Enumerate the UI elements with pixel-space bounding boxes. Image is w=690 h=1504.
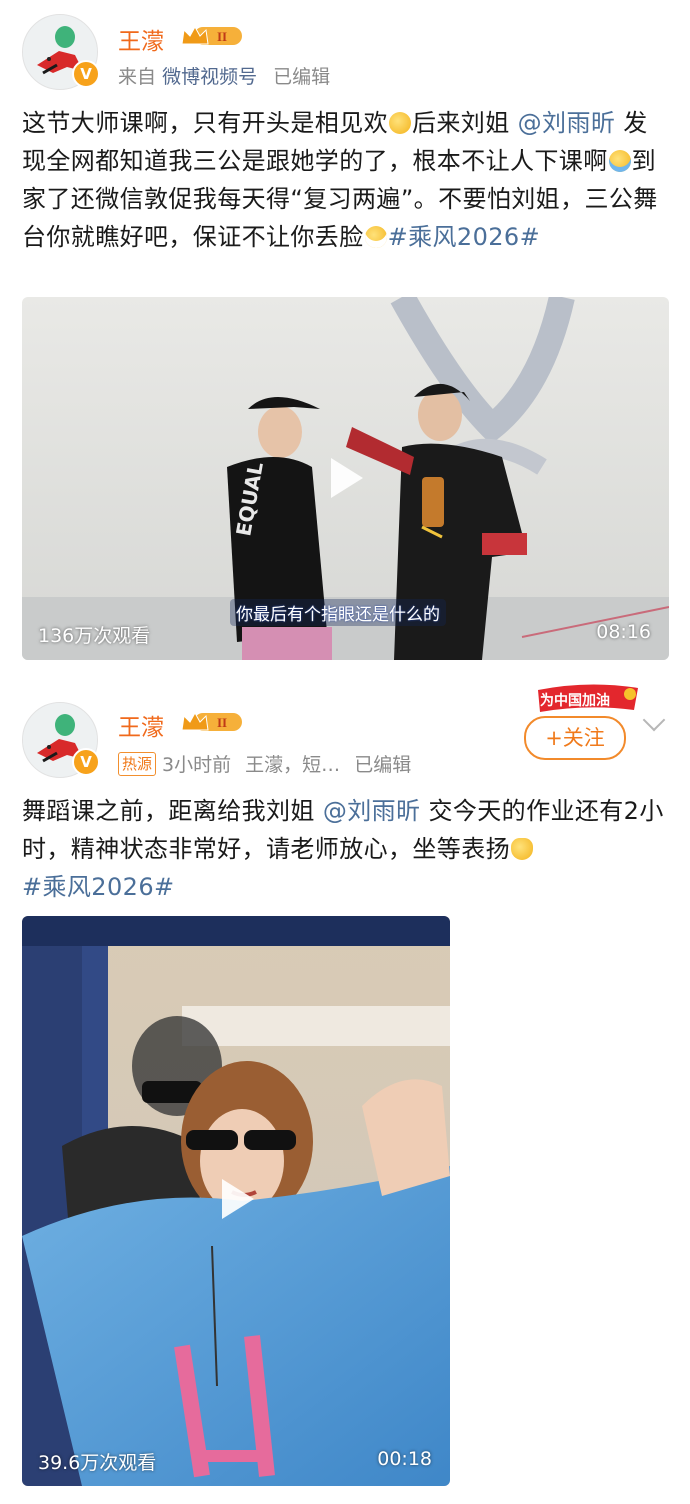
follow-button[interactable]: +关注 <box>524 716 626 760</box>
emoji-shy-icon <box>389 112 411 134</box>
post-text: 舞蹈课之前，距离给我刘姐 @刘雨昕 交今天的作业还有2小时，精神状态非常好，请老… <box>22 792 672 906</box>
mention-link[interactable]: @刘雨昕 <box>518 109 616 137</box>
play-icon[interactable] <box>222 1179 254 1219</box>
svg-text:II: II <box>217 715 227 730</box>
vip-crown-icon: II <box>181 25 242 45</box>
meta-source[interactable]: 王濛，短… <box>245 754 340 776</box>
hot-source-badge: 热源 <box>118 752 157 776</box>
vip-crown-icon: II <box>181 711 242 731</box>
meta-source-link[interactable]: 微博视频号 <box>162 66 257 88</box>
play-icon[interactable] <box>331 458 363 498</box>
hashtag-link[interactable]: #乘风2026# <box>388 223 541 251</box>
cheer-label: 为中国加油 <box>540 693 610 709</box>
verified-v-icon: V <box>72 748 100 776</box>
post-meta: 来自 微博视频号 已编辑 <box>118 62 330 89</box>
video-player[interactable]: 39.6万次观看 00:18 <box>22 916 450 1486</box>
meta-from: 来自 <box>118 66 157 88</box>
post-text: 这节大师课啊，只有开头是相见欢 后来刘姐 @刘雨昕 发现全网都知道我三公是跟她学的… <box>22 104 672 256</box>
meta-edited: 已编辑 <box>354 754 412 776</box>
chevron-down-icon[interactable] <box>642 708 666 732</box>
video-views: 136万次观看 <box>38 625 151 647</box>
post-meta: 热源 3小时前 王濛，短… 已编辑 <box>118 750 411 777</box>
username[interactable]: 王濛 <box>118 708 164 742</box>
video-duration: 00:18 <box>377 1448 432 1470</box>
video-duration: 08:16 <box>596 621 651 643</box>
emoji-grin-icon <box>364 226 387 248</box>
weibo-post-2: V 王濛 II 热源 3小时前 王濛，短… 已编辑 为中国加油 +关注 舞蹈课之前… <box>0 680 690 1504</box>
video-player[interactable]: EQUAL 你最后有个指眼还是什么的 136万次观看 08:16 <box>22 297 669 660</box>
emoji-cry-icon <box>608 150 631 172</box>
meta-time: 3小时前 <box>162 754 232 776</box>
mention-link[interactable]: @刘雨昕 <box>323 797 421 825</box>
text-segment: 这节大师课啊，只有开头是相见欢 <box>22 109 388 137</box>
username[interactable]: 王濛 <box>118 22 164 56</box>
emoji-raise-hand-icon <box>511 838 533 860</box>
video-views: 39.6万次观看 <box>38 1452 157 1474</box>
verified-v-icon: V <box>72 60 100 88</box>
text-segment: 舞蹈课之前，距离给我刘姐 <box>22 797 315 825</box>
meta-edited: 已编辑 <box>273 66 331 88</box>
weibo-post-1: V 王濛 II 来自 微博视频号 已编辑 这节大师课啊，只有开头是相见欢 后来刘姐… <box>0 0 690 680</box>
text-segment: 后来刘姐 <box>412 109 510 137</box>
svg-text:II: II <box>217 29 227 44</box>
hashtag-link[interactable]: #乘风2026# <box>22 873 175 901</box>
video-subtitle: 你最后有个指眼还是什么的 <box>230 599 446 626</box>
